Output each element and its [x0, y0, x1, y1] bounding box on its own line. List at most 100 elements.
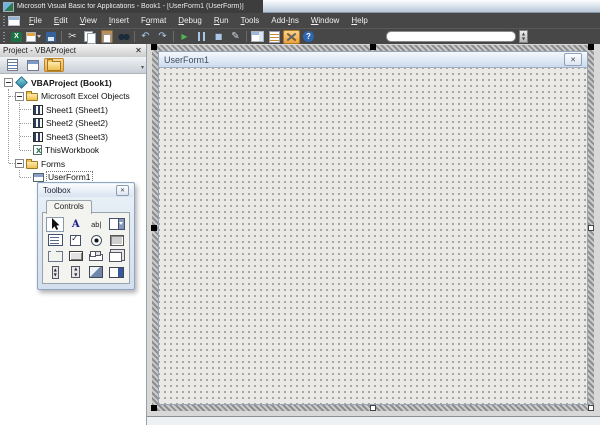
- optionbutton-tool-icon: [90, 234, 102, 246]
- panel-options-icon[interactable]: [141, 56, 144, 74]
- undo-button[interactable]: [137, 30, 154, 44]
- tabstrip-tool-button[interactable]: [87, 249, 105, 264]
- break-button[interactable]: [193, 30, 210, 44]
- resize-handle-bottom-center[interactable]: [370, 405, 376, 411]
- menu-item-help[interactable]: Help: [345, 14, 373, 27]
- run-button[interactable]: [176, 30, 193, 44]
- toolbox-titlebar[interactable]: Toolbox: [39, 184, 133, 197]
- tree-item-sheet3-sheet3[interactable]: Sheet3 (Sheet3): [0, 130, 145, 143]
- redo-button[interactable]: [154, 30, 171, 44]
- checkbox-tool-icon: [70, 234, 82, 246]
- tree-expander-minus[interactable]: [15, 91, 24, 101]
- userform-icon: [33, 172, 44, 182]
- toolbox-tab-controls[interactable]: Controls: [46, 200, 92, 214]
- refedit-tool-button[interactable]: [108, 265, 126, 280]
- resize-handle-top-left[interactable]: [151, 44, 157, 50]
- project-panel-close-button[interactable]: [134, 46, 143, 56]
- resize-handle-top-center[interactable]: [370, 44, 376, 50]
- toolbox-button[interactable]: [283, 29, 300, 44]
- userform-close-button[interactable]: [564, 53, 582, 66]
- menu-item-tools[interactable]: Tools: [235, 14, 266, 27]
- listbox-tool-icon: [47, 234, 63, 246]
- tree-expander-minus[interactable]: [4, 78, 13, 87]
- tree-expander-minus[interactable]: [15, 159, 24, 168]
- view-code-icon: [7, 59, 18, 71]
- form-selection-border[interactable]: UserForm1: [152, 45, 594, 411]
- multipage-tool-icon: [109, 252, 123, 262]
- tree-item-label: Sheet2 (Sheet2): [46, 118, 108, 128]
- window-title: Microsoft Visual Basic for Applications …: [17, 3, 244, 10]
- menu-item-debug[interactable]: Debug: [172, 14, 208, 27]
- view-object-button[interactable]: [23, 58, 43, 72]
- mdi-bottom-strip: [147, 417, 600, 425]
- save-button[interactable]: [42, 30, 59, 44]
- mdi-child-icon[interactable]: [8, 15, 20, 26]
- resize-handle-bottom-left[interactable]: [151, 405, 157, 411]
- properties-window-button[interactable]: [266, 30, 283, 44]
- menu-item-window[interactable]: Window: [305, 14, 345, 27]
- toggle-folders-icon: [47, 59, 61, 71]
- commandbutton-tool-button[interactable]: [67, 249, 85, 264]
- select-objects-tool-button[interactable]: [46, 216, 65, 232]
- image-tool-button[interactable]: [87, 265, 105, 280]
- textbox-tool-button[interactable]: [87, 217, 105, 232]
- view-excel-button[interactable]: [8, 30, 25, 44]
- paste-button[interactable]: [98, 30, 115, 44]
- resize-handle-top-right[interactable]: [588, 44, 594, 50]
- design-mode-button[interactable]: [227, 30, 244, 44]
- combobox-tool-button[interactable]: [108, 217, 126, 232]
- spinbutton-tool-button[interactable]: ▲ ▼: [67, 265, 85, 280]
- tree-item-sheet1-sheet1[interactable]: Sheet1 (Sheet1): [0, 103, 145, 116]
- menu-item-format[interactable]: Format: [135, 14, 172, 27]
- label-tool-button[interactable]: [67, 217, 85, 232]
- project-explorer-button[interactable]: [249, 30, 266, 44]
- designer-area: UserForm1: [147, 44, 600, 425]
- tree-item-forms[interactable]: Forms: [0, 157, 145, 170]
- scrollbar-tool-button[interactable]: ▲ ▼: [46, 265, 64, 280]
- combo-scroll-button[interactable]: ▲ ▼: [519, 30, 528, 43]
- multipage-tool-button[interactable]: [108, 249, 126, 264]
- folder-open-icon: [26, 91, 38, 101]
- frame-tool-button[interactable]: [46, 249, 64, 264]
- help-button[interactable]: [300, 30, 317, 44]
- resize-handle-middle-right[interactable]: [588, 225, 594, 231]
- copy-button[interactable]: [81, 30, 98, 44]
- toolbar-separator: [173, 31, 174, 42]
- folder-icon: [26, 158, 38, 169]
- togglebutton-tool-button[interactable]: [108, 233, 126, 248]
- scrollbar-tool-icon: ▲ ▼: [51, 265, 59, 279]
- insert-userform-button[interactable]: [25, 30, 42, 44]
- toolbar-combo[interactable]: [386, 31, 516, 42]
- toolbox-close-button[interactable]: [116, 185, 129, 196]
- titlebar: Microsoft Visual Basic for Applications …: [0, 0, 600, 13]
- resize-handle-middle-left[interactable]: [151, 225, 157, 231]
- menu-item-view[interactable]: View: [74, 14, 103, 27]
- menu-item-edit[interactable]: Edit: [48, 14, 74, 27]
- project-panel-header[interactable]: Project - VBAProject: [0, 44, 146, 58]
- tree-item-thisworkbook[interactable]: ThisWorkbook: [0, 144, 145, 157]
- menu-grip[interactable]: [3, 15, 5, 26]
- find-button[interactable]: [115, 30, 132, 44]
- menu-item-insert[interactable]: Insert: [103, 14, 135, 27]
- listbox-tool-button[interactable]: [46, 233, 64, 248]
- spinbutton-tool-icon: ▲ ▼: [71, 266, 81, 278]
- toggle-folders-button[interactable]: [44, 58, 64, 72]
- menu-item-run[interactable]: Run: [208, 14, 235, 27]
- toolbox-controls-panel: ▲▼ ▲▼: [42, 212, 130, 284]
- resize-handle-bottom-right[interactable]: [588, 405, 594, 411]
- optionbutton-tool-button[interactable]: [87, 233, 105, 248]
- toolbar-grip[interactable]: [3, 31, 5, 42]
- userform-titlebar[interactable]: UserForm1: [159, 52, 587, 68]
- image-tool-icon: [89, 266, 104, 278]
- menu-item-add-ins[interactable]: Add-Ins: [265, 14, 305, 27]
- checkbox-tool-button[interactable]: [67, 233, 85, 248]
- userform-design-surface[interactable]: [159, 68, 587, 404]
- view-code-button[interactable]: [2, 58, 22, 72]
- tree-item-microsoft-excel-objects[interactable]: Microsoft Excel Objects: [0, 90, 145, 103]
- reset-button[interactable]: [210, 30, 227, 44]
- cut-button[interactable]: [64, 30, 81, 44]
- menu-item-file[interactable]: File: [23, 14, 48, 27]
- tree-item-vbaproject-book1[interactable]: VBAProject (Book1): [0, 76, 145, 89]
- tree-item-sheet2-sheet2[interactable]: Sheet2 (Sheet2): [0, 117, 145, 130]
- project-panel-toolbar: [0, 57, 146, 74]
